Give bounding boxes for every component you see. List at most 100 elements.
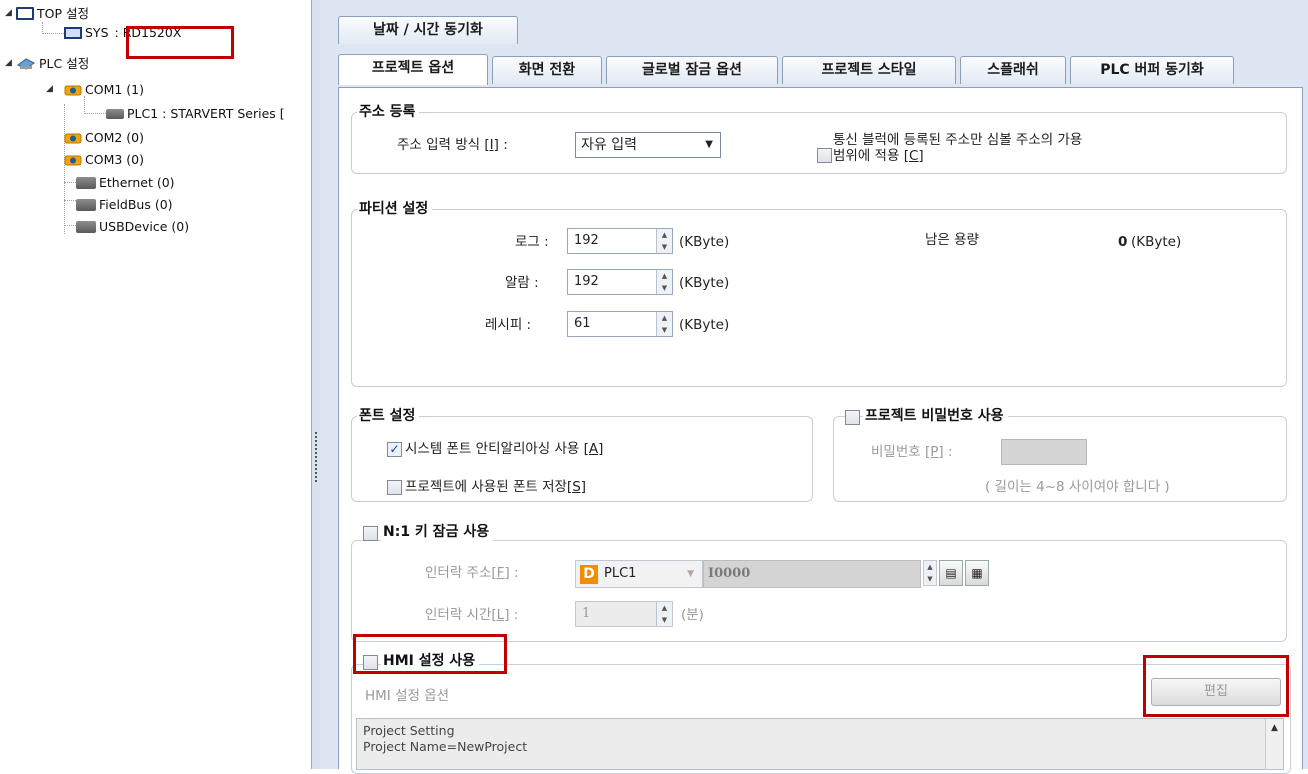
spinner-buttons[interactable]: ▲ ▼ <box>656 229 672 253</box>
tree-item-com3[interactable]: COM3 (0) <box>64 150 144 168</box>
comm-block-checkbox[interactable] <box>817 148 832 163</box>
tab-plc-buffer-sync[interactable]: PLC 버퍼 동기화 <box>1070 56 1234 84</box>
serial-port-icon <box>64 85 82 95</box>
recipe-unit-label: (KByte) <box>679 317 730 333</box>
remaining-unit-label: (KByte) <box>1131 234 1182 250</box>
spinner-buttons[interactable]: ▲ ▼ <box>656 602 672 626</box>
tree-item-top-setting[interactable]: TOP 설정 <box>16 4 89 22</box>
n1-lock-group-title: N:1 키 잠금 사용 <box>381 523 494 541</box>
interlock-address-value: I0000 <box>708 566 751 581</box>
spin-down-icon[interactable]: ▼ <box>657 241 672 253</box>
save-font-label: 프로젝트에 사용된 폰트 저장[S] <box>405 479 587 495</box>
tree-item-com1[interactable]: COM1 (1) <box>64 80 144 98</box>
tree-item-label: COM3 (0) <box>85 151 144 167</box>
n1-lock-group <box>351 540 1287 642</box>
hmi-text-line: Project Name=NewProject <box>363 739 528 754</box>
address-picker-icon: ▤ <box>945 566 957 580</box>
tree-item-plc1[interactable]: PLC1 : STARVERT Series [ <box>106 104 285 122</box>
log-size-spinner[interactable]: 192 ▲ ▼ <box>567 228 673 254</box>
spin-up-icon[interactable]: ▲ <box>657 229 672 241</box>
spin-up-icon[interactable]: ▲ <box>657 602 672 614</box>
spin-down-icon[interactable]: ▼ <box>657 614 672 626</box>
hmi-options-label: HMI 설정 옵션 <box>365 688 450 704</box>
save-font-checkbox[interactable] <box>387 480 402 495</box>
spinner-buttons[interactable]: ▲ ▼ <box>656 270 672 294</box>
scroll-up-icon[interactable]: ▲ <box>1266 719 1283 737</box>
recipe-size-value: 61 <box>574 316 591 331</box>
spin-down-icon[interactable]: ▼ <box>657 324 672 336</box>
interlock-address-input[interactable]: I0000 <box>703 560 921 588</box>
tree-item-plc-setting[interactable]: PLC 설정 <box>16 54 89 72</box>
collapse-arrow-icon[interactable]: ◢ <box>5 54 12 72</box>
partition-group-title: 파티션 설정 <box>357 200 433 218</box>
address-spinner[interactable]: ▲ ▼ <box>923 560 937 586</box>
spin-down-icon[interactable]: ▼ <box>924 573 936 585</box>
collapse-arrow-icon[interactable]: ◢ <box>5 4 12 22</box>
keypad-button[interactable]: ▦ <box>965 560 989 586</box>
tree-item-com2[interactable]: COM2 (0) <box>64 128 144 146</box>
splitter-grip[interactable] <box>315 432 317 482</box>
alarm-size-spinner[interactable]: 192 ▲ ▼ <box>567 269 673 295</box>
serial-port-icon <box>64 133 82 143</box>
tab-project-style[interactable]: 프로젝트 스타일 <box>782 56 956 84</box>
password-input[interactable] <box>1001 439 1087 465</box>
monitor-icon <box>16 7 34 20</box>
input-method-label: 주소 입력 방식 [I] : <box>397 137 508 153</box>
highlight-box <box>353 634 507 674</box>
address-picker-button[interactable]: ▤ <box>939 560 963 586</box>
tree-connector <box>64 182 76 183</box>
interlock-device-select[interactable]: D PLC1 ▼ <box>575 560 703 588</box>
tree-item-label: COM1 (1) <box>85 81 144 97</box>
plc-network-icon <box>17 58 35 70</box>
tree-item-ethernet[interactable]: Ethernet (0) <box>76 173 175 191</box>
hmi-settings-text[interactable]: Project Setting Project Name=NewProject … <box>356 718 1284 770</box>
device-badge-icon: D <box>580 565 598 584</box>
tab-splash[interactable]: 스플래쉬 <box>960 56 1066 84</box>
keypad-icon: ▦ <box>971 566 983 580</box>
input-method-select[interactable]: 자유 입력 ▼ <box>575 132 721 158</box>
tab-global-lock-options[interactable]: 글로벌 잠금 옵션 <box>606 56 778 84</box>
input-method-value: 자유 입력 <box>581 137 637 153</box>
tree-item-label: SYS <box>85 24 109 40</box>
tab-project-options[interactable]: 프로젝트 옵션 <box>338 54 488 85</box>
spin-down-icon[interactable]: ▼ <box>657 282 672 294</box>
tree-item-usbdevice[interactable]: USBDevice (0) <box>76 217 189 235</box>
tree-item-label: TOP 설정 <box>37 5 89 21</box>
dropdown-arrow-icon: ▼ <box>705 139 713 150</box>
interlock-time-label: 인터락 시간[L] : <box>425 607 519 623</box>
tree-item-label: COM2 (0) <box>85 129 144 145</box>
spinner-buttons[interactable]: ▲ ▼ <box>924 561 936 585</box>
collapse-arrow-icon[interactable]: ◢ <box>46 80 53 98</box>
remaining-value: 0 <box>1118 234 1128 250</box>
tree-connector <box>64 200 76 201</box>
password-hint: ( 길이는 4~8 사이여야 합니다 ) <box>985 479 1170 495</box>
interlock-time-value: 1 <box>582 606 591 621</box>
tree-connector <box>84 113 108 114</box>
n1-lock-checkbox[interactable] <box>363 526 378 541</box>
tree-connector <box>64 104 65 234</box>
tab-screen-switch[interactable]: 화면 전환 <box>492 56 602 84</box>
spin-up-icon[interactable]: ▲ <box>924 561 936 573</box>
panel-splitter[interactable] <box>312 0 320 769</box>
alarm-unit-label: (KByte) <box>679 275 730 291</box>
tab-datetime-sync[interactable]: 날짜 / 시간 동기화 <box>338 16 518 44</box>
usb-device-icon <box>76 220 96 233</box>
log-size-value: 192 <box>574 233 599 248</box>
recipe-size-spinner[interactable]: 61 ▲ ▼ <box>567 311 673 337</box>
password-enable-checkbox[interactable] <box>845 410 860 425</box>
spin-up-icon[interactable]: ▲ <box>657 270 672 282</box>
spin-up-icon[interactable]: ▲ <box>657 312 672 324</box>
interlock-time-spinner[interactable]: 1 ▲ ▼ <box>575 601 673 627</box>
antialias-checkbox[interactable]: ✓ <box>387 442 402 457</box>
vertical-scrollbar[interactable]: ▲ <box>1265 719 1283 769</box>
tree-item-label: PLC 설정 <box>39 55 90 71</box>
tree-connector <box>64 225 76 226</box>
tree-item-fieldbus[interactable]: FieldBus (0) <box>76 195 173 213</box>
interlock-time-unit: (분) <box>681 607 704 623</box>
project-options-page: 주소 등록 주소 입력 방식 [I] : 자유 입력 ▼ 통신 블럭에 등록된 … <box>338 87 1303 774</box>
spinner-buttons[interactable]: ▲ ▼ <box>656 312 672 336</box>
tree-item-label: FieldBus (0) <box>99 196 173 212</box>
serial-port-icon <box>64 155 82 165</box>
tree-connector <box>84 96 85 114</box>
alarm-label: 알람 : <box>505 275 539 291</box>
